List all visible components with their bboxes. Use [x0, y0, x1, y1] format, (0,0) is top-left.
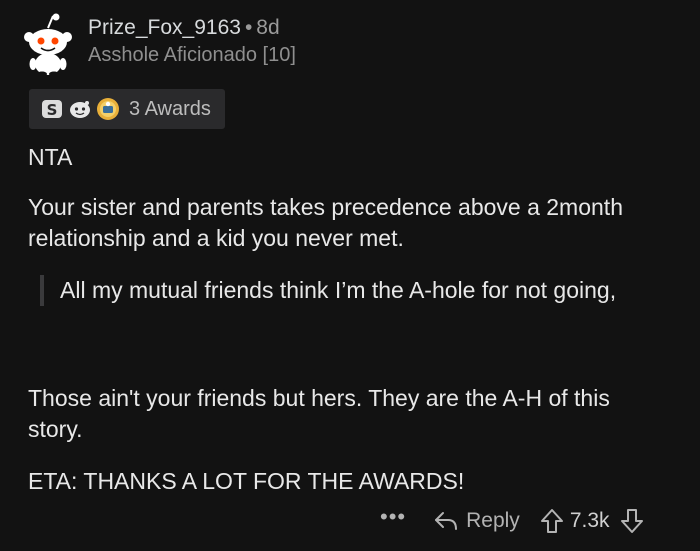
comment-paragraph: Your sister and parents takes precedence… — [28, 194, 623, 251]
helpful-award-icon — [95, 96, 121, 122]
comment-age: 8d — [256, 16, 280, 39]
vote-score: 7.3k — [569, 509, 610, 532]
comment-header: Prize_Fox_9163 • 8d Asshole Aficionado [10… — [20, 12, 680, 77]
comment-paragraph: ETA: THANKS A LOT FOR THE AWARDS! — [28, 468, 465, 494]
username-line: Prize_Fox_9163 • 8d — [88, 16, 280, 40]
reply-button[interactable]: Reply — [434, 509, 520, 533]
quote-text: All my mutual friends think I’m the A-ho… — [60, 277, 617, 303]
comment-paragraph: NTA — [28, 144, 73, 170]
user-flair: Asshole Aficionado [10] — [88, 44, 296, 66]
upvote-arrow-icon[interactable] — [540, 508, 564, 534]
more-options-button[interactable]: ••• — [380, 504, 406, 530]
awards-bar[interactable]: S 3 Awards — [29, 89, 225, 129]
avatar[interactable] — [20, 12, 78, 77]
meta-separator: • — [244, 16, 253, 39]
comment-actions: ••• Reply 7.3k — [380, 503, 680, 539]
blockquote: All my mutual friends think I’m the A-ho… — [40, 275, 640, 306]
wholesome-award-icon — [67, 96, 93, 122]
vote-controls: 7.3k — [540, 508, 644, 534]
reply-arrow-icon — [435, 512, 458, 530]
snoo-avatar-icon — [24, 13, 72, 77]
reply-label: Reply — [466, 509, 520, 532]
silver-award-icon: S — [39, 96, 65, 122]
awards-count: 3 Awards — [129, 97, 211, 120]
comment-paragraph: Those ain't your friends but hers. They … — [28, 385, 610, 442]
svg-text:S: S — [47, 101, 58, 119]
username-link[interactable]: Prize_Fox_9163 — [88, 16, 241, 39]
downvote-arrow-icon[interactable] — [620, 508, 644, 534]
